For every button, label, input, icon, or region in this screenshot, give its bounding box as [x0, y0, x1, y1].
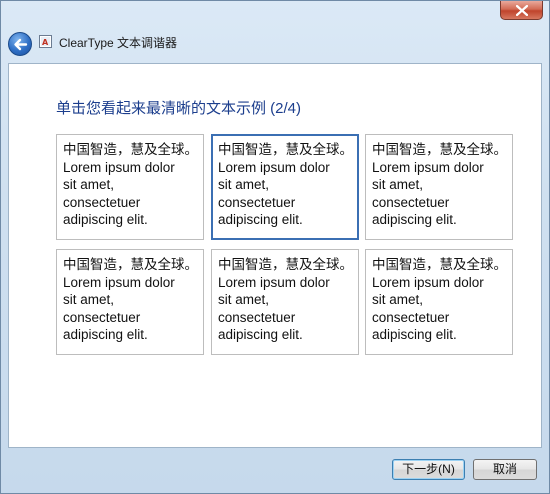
text-sample-5[interactable]: 中国智造，慧及全球。 Lorem ipsum dolor sit amet, c…: [211, 249, 359, 355]
sample-line: consectetuer: [372, 194, 450, 210]
sample-line: adipiscing elit.: [372, 212, 457, 227]
sample-line: 中国智造，慧及全球。: [218, 142, 353, 157]
sample-line: sit amet,: [372, 292, 424, 307]
text-sample-3[interactable]: 中国智造，慧及全球。 Lorem ipsum dolor sit amet, c…: [365, 134, 513, 240]
text-sample-2-selected[interactable]: 中国智造，慧及全球。 Lorem ipsum dolor sit amet, c…: [211, 134, 359, 240]
sample-line: consectetuer: [218, 309, 296, 325]
sample-line: adipiscing elit.: [63, 327, 148, 342]
sample-line: adipiscing elit.: [63, 212, 148, 227]
next-button[interactable]: 下一步(N): [392, 459, 465, 480]
sample-line: sit amet,: [63, 177, 115, 192]
sample-line: Lorem ipsum dolor: [63, 159, 175, 175]
sample-line: consectetuer: [63, 309, 141, 325]
content-panel: 单击您看起来最清晰的文本示例 (2/4) 中国智造，慧及全球。 Lorem ip…: [8, 63, 542, 448]
dialog-window: A ClearType 文本调谐器 单击您看起来最清晰的文本示例 (2/4) 中…: [0, 0, 550, 494]
cleartype-app-icon: A: [39, 35, 52, 48]
sample-line: 中国智造，慧及全球。: [63, 257, 198, 272]
text-sample-6[interactable]: 中国智造，慧及全球。 Lorem ipsum dolor sit amet, c…: [365, 249, 513, 355]
sample-line: sit amet,: [372, 177, 424, 192]
sample-line: 中国智造，慧及全球。: [63, 142, 198, 157]
page-heading: 单击您看起来最清晰的文本示例 (2/4): [56, 100, 302, 117]
sample-line: consectetuer: [218, 194, 296, 210]
sample-line: Lorem ipsum dolor: [372, 159, 484, 175]
back-button[interactable]: [8, 32, 32, 56]
sample-line: consectetuer: [372, 309, 450, 325]
cancel-button[interactable]: 取消: [473, 459, 537, 480]
sample-line: Lorem ipsum dolor: [218, 159, 330, 175]
back-arrow-icon: [14, 38, 28, 51]
close-button[interactable]: [500, 1, 543, 20]
sample-line: 中国智造，慧及全球。: [218, 257, 353, 272]
sample-line: 中国智造，慧及全球。: [372, 142, 507, 157]
sample-line: Lorem ipsum dolor: [372, 274, 484, 290]
svg-text:A: A: [42, 38, 49, 46]
text-sample-4[interactable]: 中国智造，慧及全球。 Lorem ipsum dolor sit amet, c…: [56, 249, 204, 355]
sample-line: sit amet,: [218, 292, 270, 307]
sample-line: Lorem ipsum dolor: [218, 274, 330, 290]
sample-line: Lorem ipsum dolor: [63, 274, 175, 290]
text-sample-1[interactable]: 中国智造，慧及全球。 Lorem ipsum dolor sit amet, c…: [56, 134, 204, 240]
close-icon: [516, 5, 528, 16]
sample-line: sit amet,: [63, 292, 115, 307]
sample-line: 中国智造，慧及全球。: [372, 257, 507, 272]
window-title: ClearType 文本调谐器: [59, 36, 178, 50]
sample-line: sit amet,: [218, 177, 270, 192]
sample-line: adipiscing elit.: [218, 212, 303, 227]
sample-line: adipiscing elit.: [372, 327, 457, 342]
sample-line: consectetuer: [63, 194, 141, 210]
sample-line: adipiscing elit.: [218, 327, 303, 342]
